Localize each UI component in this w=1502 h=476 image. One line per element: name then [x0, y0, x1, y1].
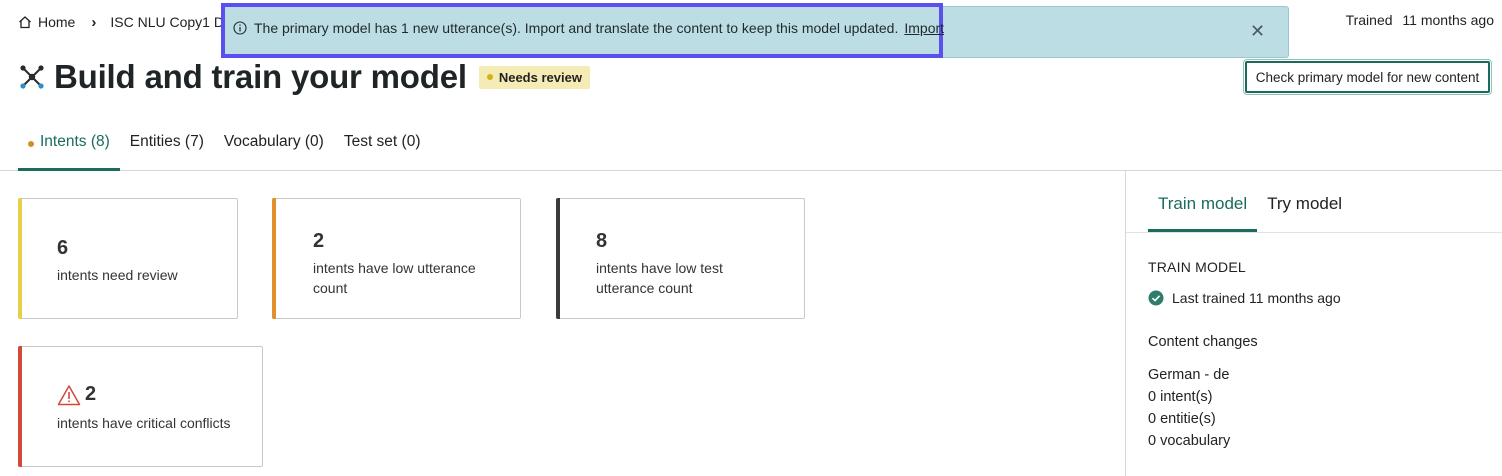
tab-try-model[interactable]: Try model: [1257, 191, 1352, 232]
import-link[interactable]: Import: [904, 20, 944, 36]
tab-intents-label: Intents (8): [40, 133, 110, 150]
card-value: 6: [57, 237, 69, 259]
tab-train-model[interactable]: Train model: [1148, 191, 1258, 232]
card-accent-bar: [272, 198, 276, 319]
page-title: Build and train your model: [54, 58, 467, 95]
tab-test-set-label: Test set (0): [343, 133, 421, 150]
changes-entities: 0 entitie(s): [1148, 411, 1216, 427]
trained-status-value: 11 months ago: [1402, 12, 1494, 28]
tab-test-set[interactable]: Test set (0): [334, 128, 431, 171]
tab-intents[interactable]: Intents (8): [18, 128, 120, 171]
status-badge: Needs review: [478, 65, 590, 89]
tab-vocabulary[interactable]: Vocabulary (0): [214, 128, 334, 171]
home-icon[interactable]: [18, 15, 32, 29]
tab-vocabulary-label: Vocabulary (0): [223, 133, 324, 150]
breadcrumb-home[interactable]: Home: [38, 14, 75, 30]
tab-entities[interactable]: Entities (7): [120, 128, 214, 171]
card-value: 8: [596, 230, 608, 252]
status-badge-label: Needs review: [498, 69, 582, 85]
changes-language: German - de: [1148, 367, 1230, 383]
status-dot-icon: [486, 74, 493, 80]
trained-status-label: Trained: [1345, 12, 1393, 28]
card-low-test-utterance[interactable]: 8 intents have low test utterance count: [556, 198, 805, 319]
tab-entities-label: Entities (7): [129, 133, 204, 150]
banner-content: The primary model has 1 new utterance(s)…: [233, 20, 944, 36]
panel-heading: TRAIN MODEL: [1148, 259, 1246, 275]
card-value: 2: [85, 383, 97, 405]
card-value: 2: [313, 230, 325, 252]
breadcrumb: Home › ISC NLU Copy1 DE -: [18, 12, 242, 32]
card-description: intents have low test utterance count: [596, 260, 723, 296]
card-value-row: 2: [57, 383, 96, 406]
close-icon[interactable]: ✕: [1250, 22, 1265, 40]
check-primary-model-button[interactable]: Check primary model for new content: [1243, 59, 1492, 95]
panel-divider: [1126, 232, 1502, 233]
page-header: Build and train your model Needs review: [18, 58, 590, 96]
last-trained-label: Last trained 11 months ago: [1172, 290, 1341, 306]
card-description: intents need review: [57, 267, 178, 283]
warning-icon: [57, 384, 81, 405]
train-panel: Train model Try model TRAIN MODEL Last t…: [1125, 171, 1502, 476]
card-accent-bar: [556, 198, 560, 319]
content-changes-title: Content changes: [1148, 334, 1258, 350]
tab-status-dot-icon: [28, 141, 34, 147]
changes-intents: 0 intent(s): [1148, 389, 1213, 405]
card-accent-bar: [18, 198, 22, 319]
card-needs-review[interactable]: 6 intents need review: [18, 198, 238, 319]
card-critical-conflicts[interactable]: 2 intents have critical conflicts: [18, 346, 263, 467]
card-description: intents have low utterance count: [313, 260, 476, 296]
info-icon: [233, 21, 247, 35]
chevron-right-icon: ›: [91, 13, 97, 31]
card-description: intents have critical conflicts: [57, 415, 231, 431]
trained-status: Trained 11 months ago: [1346, 12, 1494, 28]
banner-message: The primary model has 1 new utterance(s)…: [254, 20, 899, 36]
changes-vocabulary: 0 vocabulary: [1148, 433, 1231, 449]
card-low-utterance[interactable]: 2 intents have low utterance count: [272, 198, 521, 319]
last-trained-status: Last trained 11 months ago: [1148, 290, 1341, 306]
model-network-icon: [20, 65, 44, 89]
check-circle-icon: [1148, 290, 1164, 306]
card-accent-bar: [18, 346, 22, 467]
panel-tabs: Train model Try model: [1148, 191, 1352, 232]
main-tabs: Intents (8) Entities (7) Vocabulary (0) …: [18, 128, 431, 171]
